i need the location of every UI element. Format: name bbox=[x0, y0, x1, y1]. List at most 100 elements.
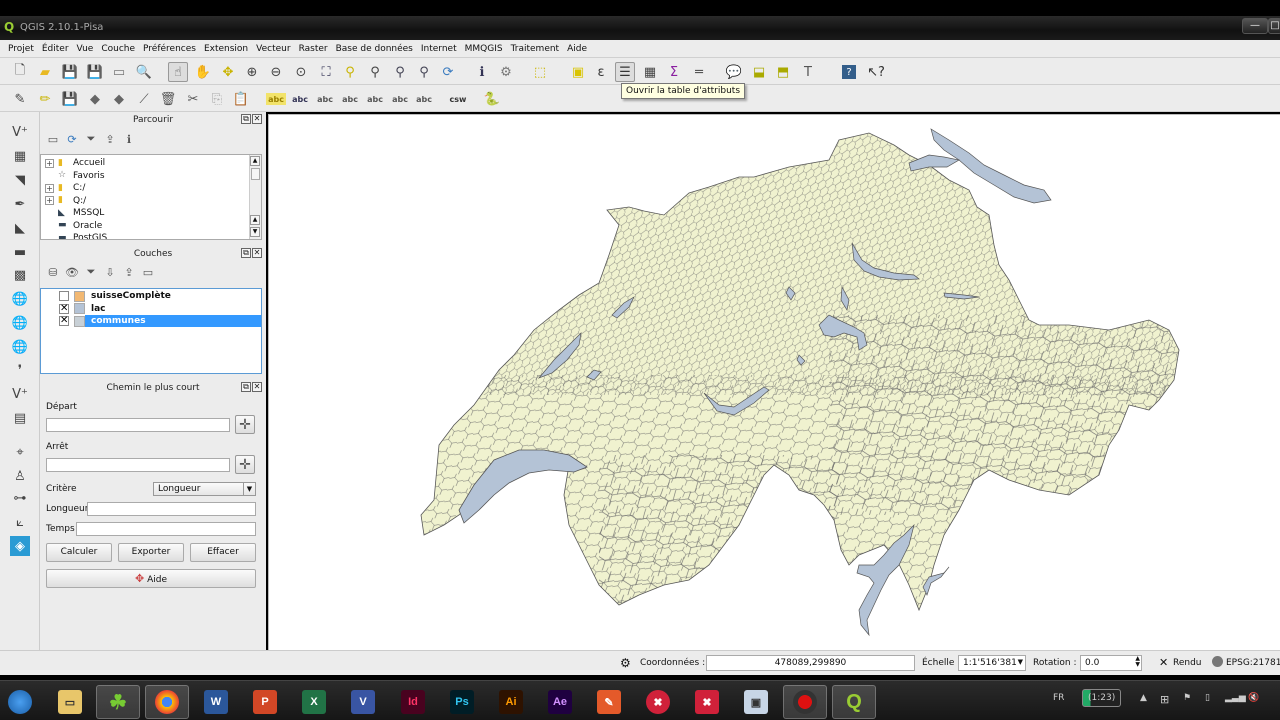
layer-visibility-checkbox[interactable]: ✕ bbox=[59, 303, 69, 314]
taskbar-explorer[interactable]: ▭ bbox=[48, 685, 92, 719]
add-db2-layer-icon[interactable]: ▩ bbox=[10, 265, 30, 285]
save-project-icon[interactable]: 💾 bbox=[60, 62, 80, 82]
menu-projet[interactable]: Projet bbox=[0, 40, 38, 54]
zoom-in-icon[interactable]: ⊕ bbox=[242, 62, 262, 82]
expand-icon[interactable]: + bbox=[45, 183, 54, 193]
save-edits-icon[interactable]: 💾 bbox=[60, 89, 80, 109]
touch-zoom-pan-icon[interactable]: ☝ bbox=[168, 62, 188, 82]
change-label-icon[interactable]: abc bbox=[414, 93, 434, 105]
pan-to-selection-icon[interactable]: ✥ bbox=[218, 62, 238, 82]
pick-stop-button[interactable]: ✛ bbox=[235, 455, 255, 474]
taskbar-powerpoint[interactable]: P bbox=[243, 685, 287, 719]
float-panel-button[interactable]: ⧉ bbox=[241, 114, 251, 124]
battery-indicator[interactable]: (1:23) bbox=[1082, 689, 1122, 707]
add-vector-layer-icon[interactable]: V⁺ bbox=[10, 122, 30, 142]
browser-item[interactable]: ▬ Oracle bbox=[45, 220, 102, 232]
properties-icon[interactable]: ℹ bbox=[122, 132, 136, 146]
statistics-icon[interactable]: Σ bbox=[664, 62, 684, 82]
menu-vue[interactable]: Vue bbox=[73, 40, 98, 54]
browser-tree[interactable]: ▲ ▲ ▼ + ▮ Accueil ☆ Favoris + ▮ C:/ + ▮ Q:/ ◣ MSSQL ▬… bbox=[40, 154, 262, 240]
layers-list[interactable]: suisseComplète ✕ lac ✕ communes bbox=[40, 288, 262, 374]
browser-item[interactable]: + ▮ C:/ bbox=[45, 182, 85, 194]
move-label-icon[interactable]: abc bbox=[365, 93, 385, 105]
menu-aide[interactable]: Aide bbox=[563, 40, 591, 54]
delete-selected-icon[interactable]: 🗑 bbox=[158, 89, 178, 109]
open-project-icon[interactable]: ▰ bbox=[35, 62, 55, 82]
taskbar-virtualbox[interactable]: ▣ bbox=[734, 685, 778, 719]
messages-icon[interactable]: ⚙ bbox=[620, 656, 631, 670]
deselect-icon[interactable]: ▣ bbox=[568, 62, 588, 82]
action-center-flag-icon[interactable]: ⚑ bbox=[1183, 693, 1191, 703]
attribute-table-icon[interactable]: ☰ bbox=[615, 62, 635, 82]
coordinates-field[interactable]: 478089,299890 bbox=[706, 655, 915, 671]
toggle-editing-icon[interactable]: ✏ bbox=[35, 89, 55, 109]
current-edits-icon[interactable]: ✎ bbox=[10, 89, 30, 109]
add-oracle-layer-icon[interactable]: ▬ bbox=[10, 242, 30, 262]
remove-layer-icon[interactable]: ▭ bbox=[141, 265, 155, 279]
collapse-all-icon[interactable]: ⇪ bbox=[122, 265, 136, 279]
taskbar-indesign[interactable]: Id bbox=[391, 685, 435, 719]
taskbar-excel[interactable]: X bbox=[292, 685, 336, 719]
crs-label[interactable]: EPSG:21781 bbox=[1226, 658, 1280, 668]
menu-raster[interactable]: Raster bbox=[295, 40, 332, 54]
add-wms-layer-icon[interactable]: 🌐 bbox=[10, 289, 30, 309]
rotate-label-icon[interactable]: abc bbox=[390, 93, 410, 105]
open-layer-styling-icon[interactable]: ⛁ bbox=[46, 265, 60, 279]
clear-button[interactable]: Effacer bbox=[190, 543, 256, 562]
taskbar-pen-tool-app[interactable]: ✎ bbox=[587, 685, 631, 719]
windows-tray-icon[interactable]: ⊞ bbox=[1160, 693, 1169, 706]
node-tool-icon[interactable]: ⟋ bbox=[134, 89, 154, 109]
georeferencer-icon[interactable]: ⟀ bbox=[10, 512, 30, 532]
browser-item[interactable]: + ▮ Accueil bbox=[45, 157, 105, 169]
new-bookmark-icon[interactable]: ⬓ bbox=[749, 62, 769, 82]
zoom-full-icon[interactable]: ⛶ bbox=[316, 62, 336, 82]
select-icon[interactable]: ⬚ bbox=[530, 62, 550, 82]
pin-labels-icon[interactable]: abc bbox=[315, 93, 335, 105]
filter-legend-icon[interactable]: ⏷ bbox=[84, 265, 98, 279]
whats-this-icon[interactable]: ↖? bbox=[866, 62, 886, 82]
layer-labeling-icon[interactable]: abc bbox=[290, 93, 310, 105]
layer-row[interactable]: ✕ communes bbox=[41, 315, 261, 327]
maximize-button[interactable]: □ bbox=[1268, 18, 1280, 34]
zoom-1-1-icon[interactable]: ⊙ bbox=[291, 62, 311, 82]
action-icon[interactable]: ⚙ bbox=[496, 62, 516, 82]
pan-icon[interactable]: ✋ bbox=[193, 62, 213, 82]
close-panel-button[interactable]: ✕ bbox=[252, 248, 262, 258]
copy-features-icon[interactable]: ⎘ bbox=[207, 89, 227, 109]
layer-visibility-checkbox[interactable] bbox=[59, 291, 69, 301]
layer-row[interactable]: suisseComplète bbox=[41, 290, 261, 302]
layer-visibility-checkbox[interactable]: ✕ bbox=[59, 316, 69, 326]
menu-internet[interactable]: Internet bbox=[417, 40, 461, 54]
taskbar-photoshop[interactable]: Ps bbox=[440, 685, 484, 719]
time-output[interactable] bbox=[76, 522, 256, 536]
browser-item[interactable]: ▬ PostGIS bbox=[45, 232, 107, 240]
pick-start-button[interactable]: ✛ bbox=[235, 415, 255, 434]
browser-item[interactable]: ☆ Favoris bbox=[45, 170, 105, 182]
add-wfs-layer-icon[interactable]: 🌐 bbox=[10, 337, 30, 357]
minimize-button[interactable]: — bbox=[1242, 18, 1268, 34]
menu-extension[interactable]: Extension bbox=[200, 40, 252, 54]
calculate-button[interactable]: Calculer bbox=[46, 543, 112, 562]
close-panel-button[interactable]: ✕ bbox=[252, 114, 262, 124]
select-by-expression-icon[interactable]: ε bbox=[591, 62, 611, 82]
split-icon[interactable]: ⊶ bbox=[10, 488, 30, 508]
road-graph-icon[interactable]: ◈ bbox=[10, 536, 30, 556]
new-print-composer-icon[interactable]: ▭ bbox=[109, 62, 129, 82]
digitize-icon[interactable]: ♙ bbox=[10, 466, 30, 486]
show-hidden-icons[interactable]: ▲ bbox=[1140, 693, 1147, 703]
taskbar-xmind[interactable]: ✖ bbox=[636, 685, 680, 719]
crs-globe-icon[interactable] bbox=[1212, 656, 1223, 667]
layer-row[interactable]: ✕ lac bbox=[41, 303, 261, 315]
menu-traitement[interactable]: Traitement bbox=[507, 40, 564, 54]
taskbar-after-effects[interactable]: Ae bbox=[538, 685, 582, 719]
add-feature-icon[interactable]: ◆ bbox=[85, 89, 105, 109]
network-signal-icon[interactable]: ▂▃▅ bbox=[1225, 693, 1246, 703]
start-input[interactable] bbox=[46, 418, 230, 432]
zoom-next-icon[interactable]: ⚲ bbox=[414, 62, 434, 82]
composer-manager-icon[interactable]: 🔍 bbox=[134, 62, 154, 82]
expand-all-icon[interactable]: ⇩ bbox=[103, 265, 117, 279]
zoom-last-icon[interactable]: ⚲ bbox=[390, 62, 410, 82]
help-button[interactable]: ✥ Aide bbox=[46, 569, 256, 588]
refresh-icon[interactable]: ⟳ bbox=[65, 132, 79, 146]
expand-icon[interactable]: + bbox=[45, 158, 54, 168]
